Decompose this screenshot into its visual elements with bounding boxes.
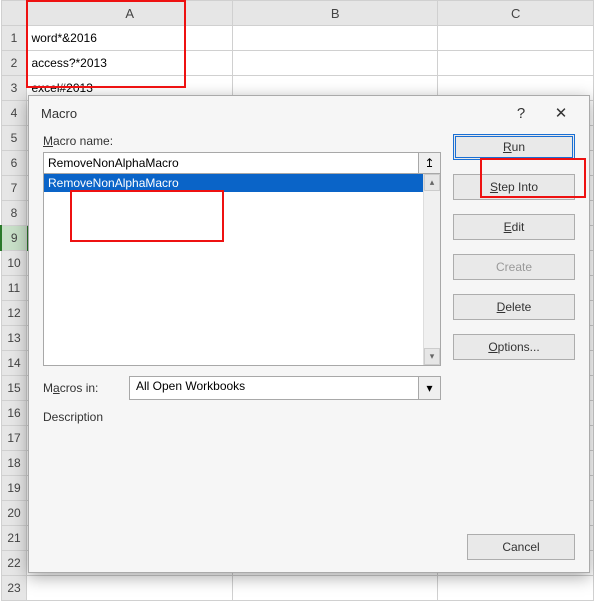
row-header[interactable]: 13	[1, 326, 27, 351]
row-header[interactable]: 14	[1, 351, 27, 376]
options-button[interactable]: Options...	[453, 334, 575, 360]
description-label: Description	[43, 410, 441, 424]
cell[interactable]	[233, 26, 438, 51]
row-header[interactable]: 20	[1, 501, 27, 526]
cell[interactable]	[438, 576, 594, 601]
run-button[interactable]: Run	[453, 134, 575, 160]
row-header[interactable]: 3	[1, 76, 27, 101]
help-button[interactable]: ?	[501, 99, 541, 127]
col-header-B[interactable]: B	[233, 1, 438, 26]
row-header[interactable]: 1	[1, 26, 27, 51]
row-header[interactable]: 23	[1, 576, 27, 601]
dialog-titlebar[interactable]: Macro ? ✕	[29, 96, 589, 130]
cell[interactable]: word*&2016	[27, 26, 233, 51]
row-header[interactable]: 10	[1, 251, 27, 276]
cell[interactable]: access?*2013	[27, 51, 233, 76]
scroll-up-icon[interactable]: ▴	[424, 174, 440, 191]
name-action-button[interactable]: ↥	[419, 152, 441, 174]
delete-button[interactable]: Delete	[453, 294, 575, 320]
cell[interactable]	[233, 576, 438, 601]
cancel-button[interactable]: Cancel	[467, 534, 575, 560]
row-header[interactable]: 17	[1, 426, 27, 451]
row-header[interactable]: 6	[1, 151, 27, 176]
row-header[interactable]: 16	[1, 401, 27, 426]
macro-name-label: Macro name:	[43, 134, 441, 148]
edit-button[interactable]: Edit	[453, 214, 575, 240]
macro-list-item[interactable]: RemoveNonAlphaMacro	[44, 174, 440, 192]
list-scrollbar[interactable]: ▴ ▾	[423, 174, 440, 365]
row-header[interactable]: 4	[1, 101, 27, 126]
col-header-A[interactable]: A	[27, 1, 233, 26]
row-header[interactable]: 9	[1, 226, 27, 251]
cell[interactable]	[233, 51, 438, 76]
scroll-down-icon[interactable]: ▾	[424, 348, 440, 365]
macro-name-input[interactable]	[43, 152, 419, 174]
row-header[interactable]: 15	[1, 376, 27, 401]
row-header[interactable]: 8	[1, 201, 27, 226]
macro-listbox[interactable]: RemoveNonAlphaMacro ▴ ▾	[43, 174, 441, 366]
cell[interactable]	[438, 26, 594, 51]
create-button: Create	[453, 254, 575, 280]
row-header[interactable]: 22	[1, 551, 27, 576]
row-header[interactable]: 21	[1, 526, 27, 551]
row-header[interactable]: 5	[1, 126, 27, 151]
row-header[interactable]: 7	[1, 176, 27, 201]
corner-cell[interactable]	[1, 1, 27, 26]
row-header[interactable]: 18	[1, 451, 27, 476]
dialog-title: Macro	[41, 106, 501, 121]
row-header[interactable]: 11	[1, 276, 27, 301]
cell[interactable]	[27, 576, 233, 601]
cell[interactable]	[438, 51, 594, 76]
row-header[interactable]: 12	[1, 301, 27, 326]
col-header-C[interactable]: C	[438, 1, 594, 26]
macro-dialog: Macro ? ✕ Macro name: ↥ RemoveNonAlphaMa…	[28, 95, 590, 573]
macros-in-value[interactable]: All Open Workbooks	[129, 376, 419, 400]
up-arrow-icon: ↥	[424, 156, 434, 170]
macros-in-label: Macros in:	[43, 381, 119, 395]
row-header[interactable]: 19	[1, 476, 27, 501]
close-button[interactable]: ✕	[541, 99, 581, 127]
step-into-button[interactable]: Step Into	[453, 174, 575, 200]
chevron-down-icon[interactable]: ▾	[419, 376, 441, 400]
row-header[interactable]: 2	[1, 51, 27, 76]
macros-in-combo[interactable]: All Open Workbooks ▾	[129, 376, 441, 400]
